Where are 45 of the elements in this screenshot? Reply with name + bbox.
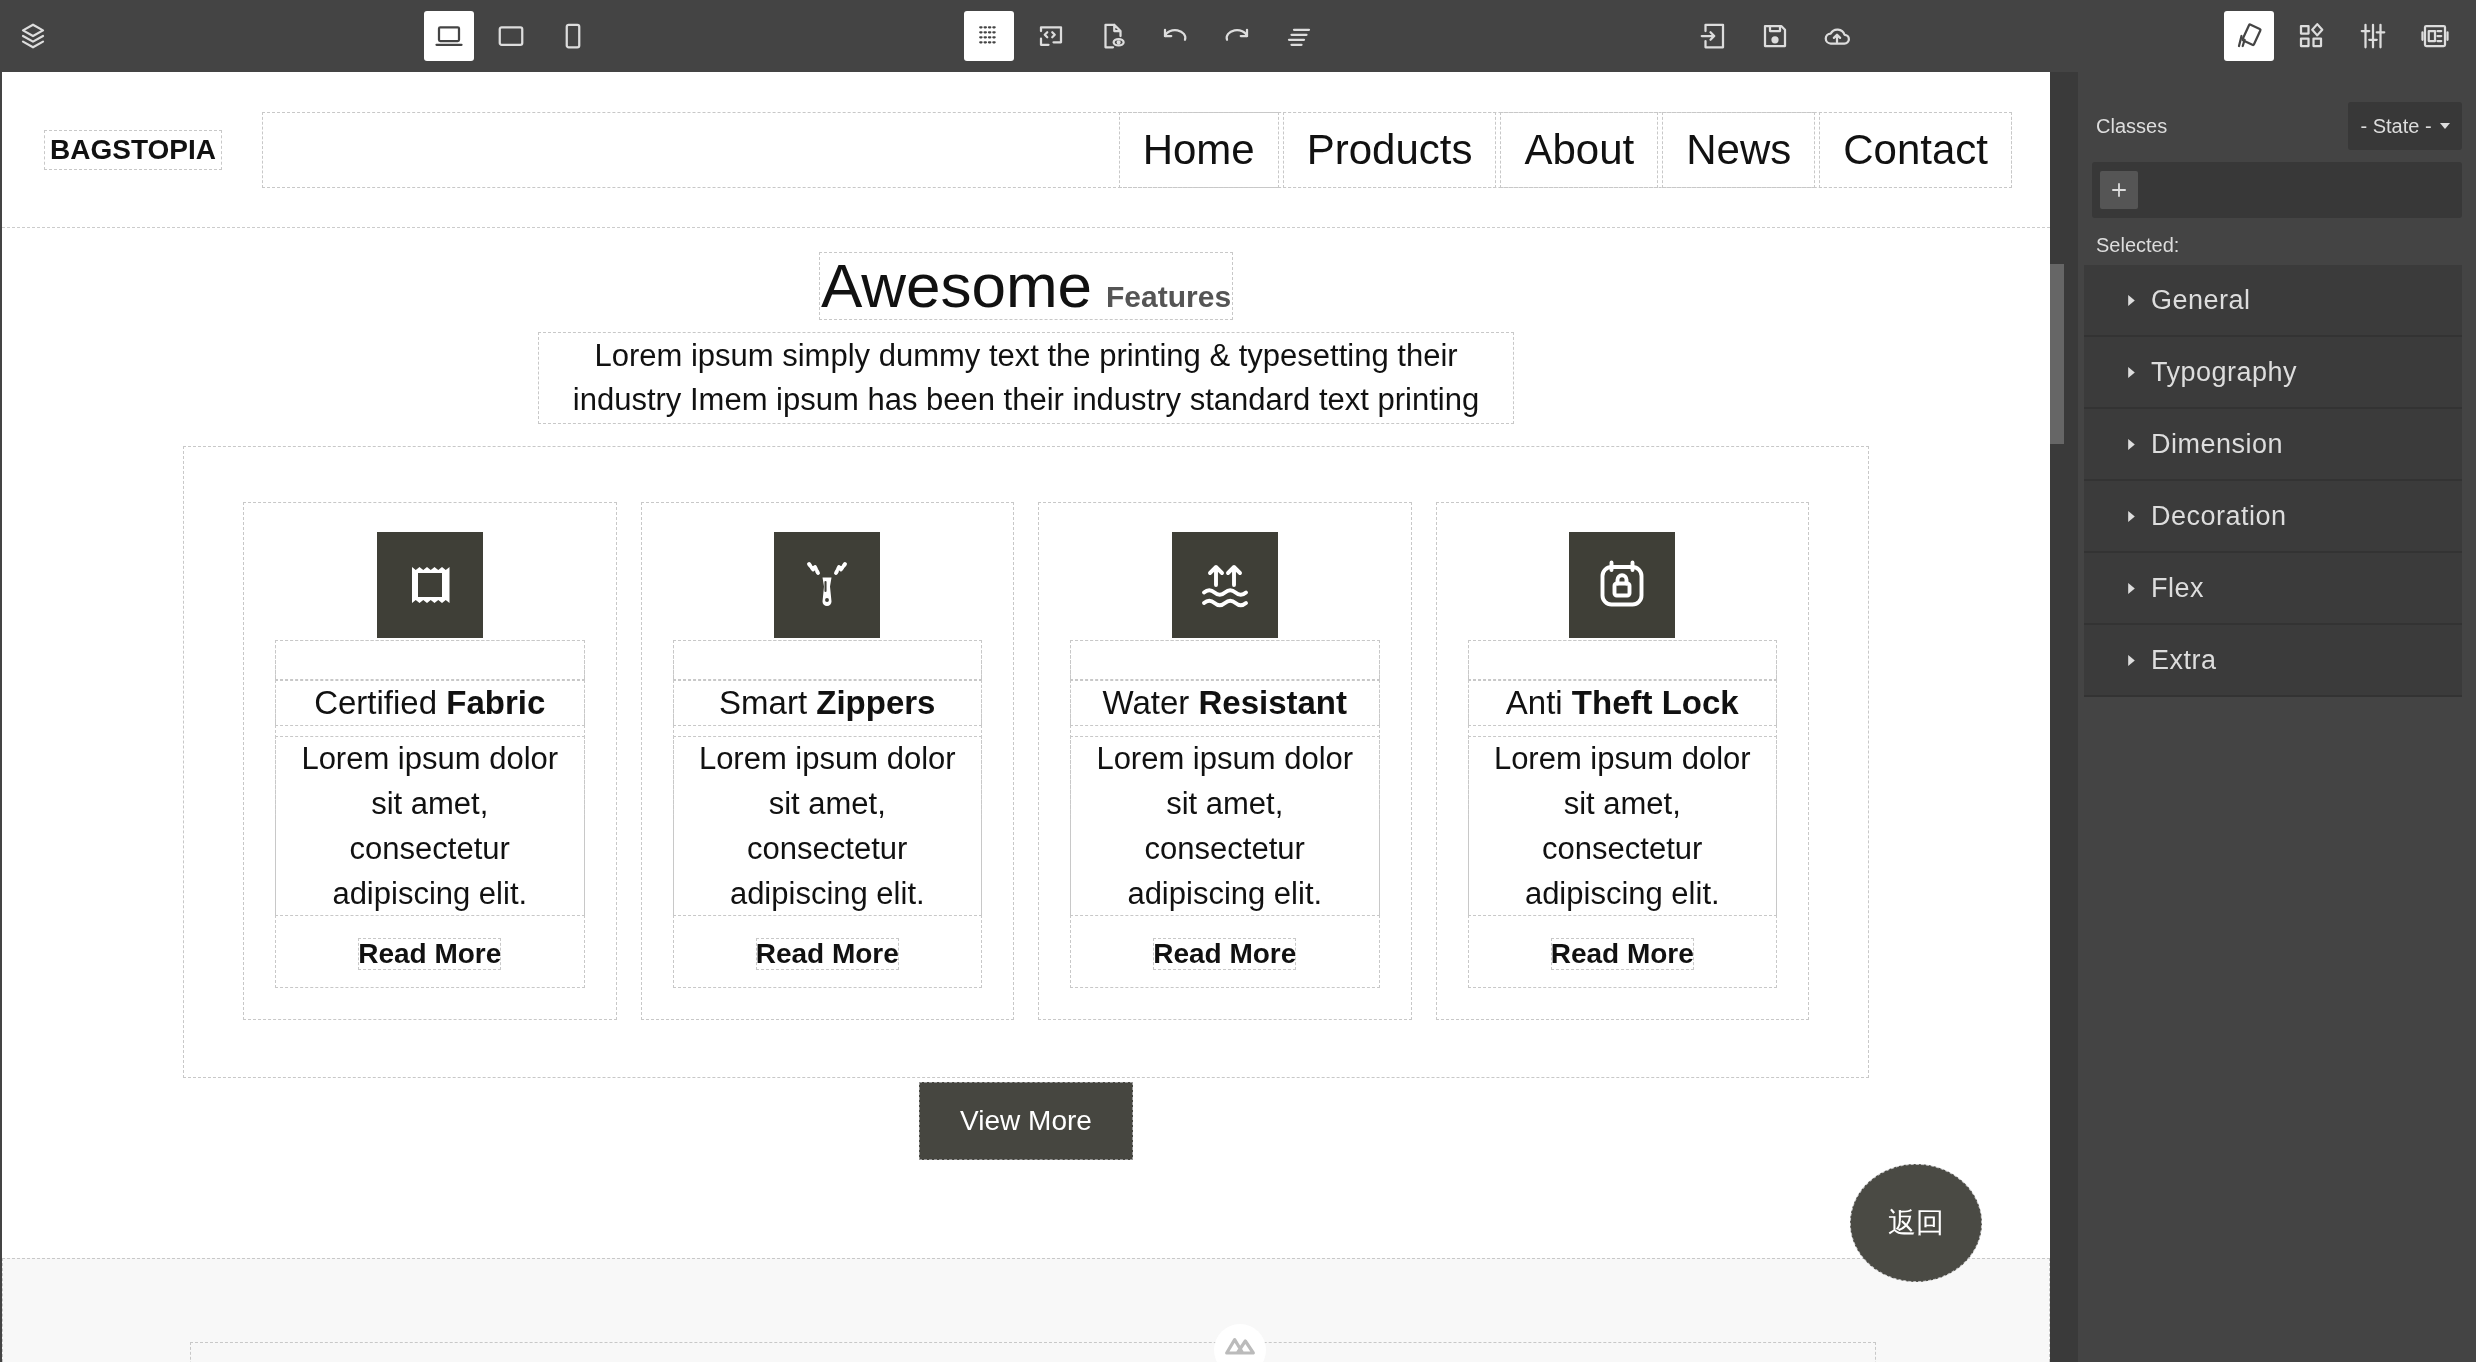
nav-link[interactable]: About: [1500, 111, 1659, 188]
heading-subtext: Features: [1106, 280, 1232, 314]
heading-text: Awesome: [820, 252, 1092, 320]
state-dropdown[interactable]: - State -: [2348, 102, 2462, 150]
zipper-icon: [774, 532, 881, 638]
card-text: Lorem ipsum dolor sit amet, consectetur adipiscing elit.: [1070, 736, 1380, 916]
add-class-button[interactable]: [2100, 171, 2138, 209]
card-text: Lorem ipsum dolor sit amet, consectetur adipiscing elit.: [275, 736, 585, 916]
grid-button[interactable]: [964, 11, 1014, 61]
read-more-link[interactable]: Read More: [1550, 938, 1694, 970]
nav-link[interactable]: Contact: [1819, 111, 2012, 188]
classes-label: Classes: [2096, 114, 2168, 138]
read-more-link[interactable]: Read More: [1153, 938, 1297, 970]
nav-link[interactable]: News: [1662, 111, 1816, 188]
brush-button[interactable]: [2224, 11, 2274, 61]
read-more-link[interactable]: Read More: [755, 938, 899, 970]
sliders-icon: [2358, 21, 2388, 51]
fabric-icon: [376, 532, 483, 638]
scrollbar-thumb[interactable]: [2050, 264, 2064, 444]
plus-icon: [2110, 181, 2128, 199]
class-tags-field[interactable]: [2092, 162, 2462, 218]
back-button[interactable]: 返回: [1850, 1164, 1982, 1282]
card-title: Smart Zippers: [672, 680, 982, 726]
water-icon: [1171, 532, 1278, 638]
card-title: Water Resistant: [1070, 680, 1380, 726]
style-sector[interactable]: Extra: [2084, 625, 2462, 697]
view-more-button[interactable]: View More: [919, 1082, 1133, 1160]
card-text: Lorem ipsum dolor sit amet, consectetur adipiscing elit.: [1467, 736, 1777, 916]
style-sector[interactable]: Dimension: [2084, 409, 2462, 481]
card-title: Anti Theft Lock: [1467, 680, 1777, 726]
nav-link[interactable]: Products: [1282, 111, 1497, 188]
nav-link[interactable]: Home: [1118, 111, 1279, 188]
laptop-button[interactable]: [424, 11, 474, 61]
selected-label: Selected:: [2096, 234, 2181, 257]
caret-icon: [2439, 123, 2450, 129]
style-sector[interactable]: Typography: [2084, 337, 2462, 409]
site-logo[interactable]: BAGSTOPIA: [44, 129, 222, 170]
lock-icon: [1569, 532, 1676, 638]
read-more-link[interactable]: Read More: [358, 938, 502, 970]
card-title: Certified Fabric: [275, 680, 585, 726]
style-sector[interactable]: General: [2084, 265, 2462, 337]
intro-text: Lorem ipsum simply dummy text the printing & typesetting their industry Imem ipsum has been their industry standard text printing: [538, 332, 1514, 424]
style-sector[interactable]: Flex: [2084, 553, 2462, 625]
style-sector[interactable]: Decoration: [2084, 481, 2462, 553]
card-text: Lorem ipsum dolor sit amet, consectetur adipiscing elit.: [672, 736, 982, 916]
